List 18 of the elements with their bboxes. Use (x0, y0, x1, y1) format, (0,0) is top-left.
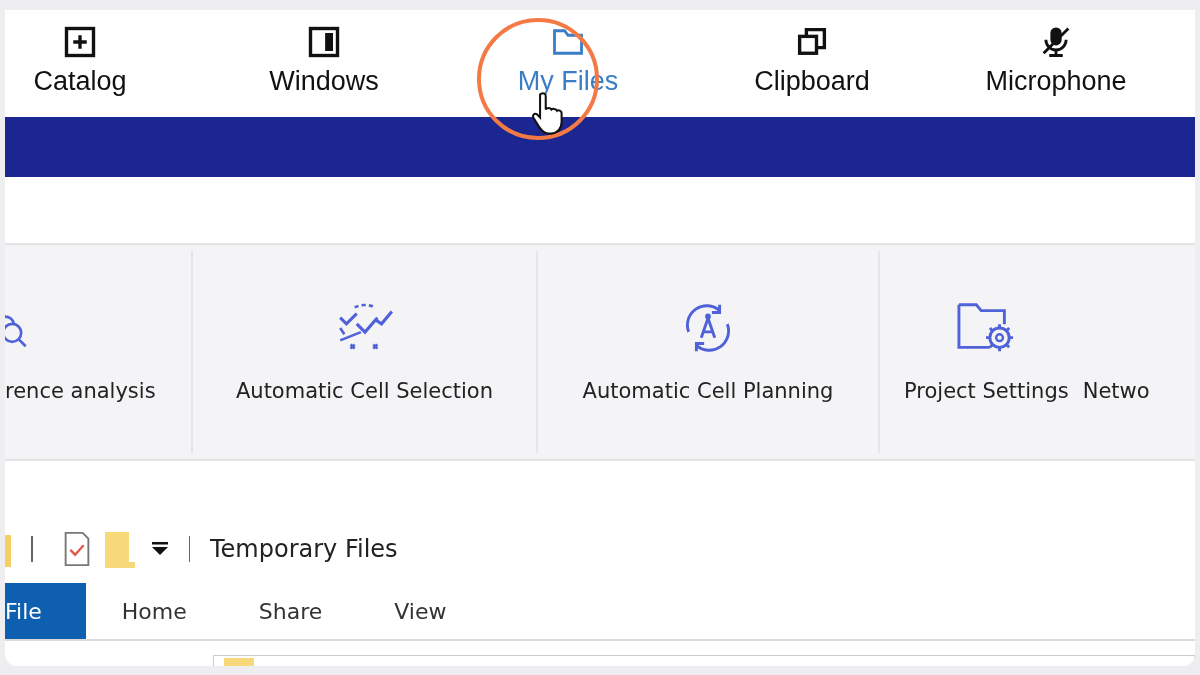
ribbon-label[interactable]: Automatic Cell Planning (582, 379, 834, 403)
plus-square-icon (62, 24, 98, 60)
toolbar-button[interactable]: Windows (202, 10, 446, 117)
window-title: Temporary Files (210, 535, 398, 563)
toolbar-button[interactable]: Catalog (5, 10, 202, 117)
ribbon-tab[interactable]: Share (222, 583, 359, 639)
checklist-document-icon[interactable] (62, 531, 91, 567)
dropdown-arrow-icon[interactable] (150, 542, 169, 556)
ribbon-label[interactable]: Automatic Cell Selection (235, 379, 494, 403)
panel-icon (306, 24, 342, 60)
ribbon-label[interactable]: rence analysis (5, 379, 156, 403)
toolbar-button[interactable]: Microphone (934, 10, 1178, 117)
ribbon-tab[interactable]: File (5, 583, 86, 639)
toolbar-button[interactable]: Clipboard (690, 10, 934, 117)
ribbon-label[interactable]: Netwo (1082, 379, 1150, 403)
ribbon-tab[interactable]: View (358, 583, 483, 639)
ribbon-label[interactable]: Project Settings (904, 379, 1069, 403)
ribbon-tab[interactable]: Home (85, 583, 223, 639)
